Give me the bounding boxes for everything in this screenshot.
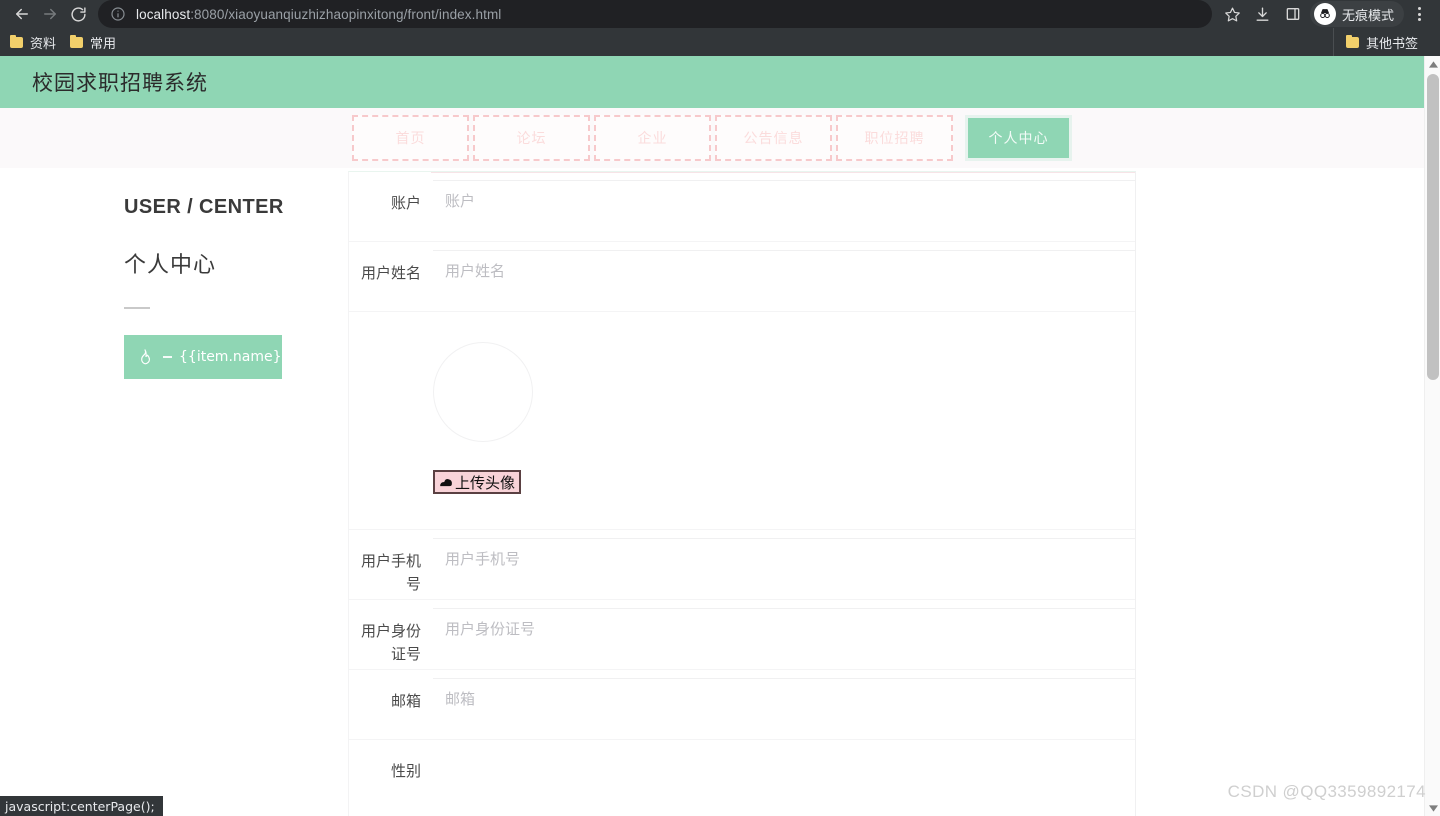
side-panel-icon[interactable] — [1278, 0, 1308, 28]
nav-label: 个人中心 — [988, 131, 1049, 147]
form-label-user-name: 用户姓名 — [360, 264, 421, 282]
folder-icon — [70, 34, 84, 48]
nav-label: 职位招聘 — [864, 131, 925, 147]
user-info-form: 账户 用户姓名 — [348, 171, 1136, 816]
sidebar-item-dash — [163, 356, 172, 358]
sidebar-title-cn: 个人中心 — [124, 253, 217, 278]
nav-label: 公告信息 — [743, 131, 804, 147]
bookmark-star-icon[interactable] — [1218, 0, 1248, 28]
upload-cloud-icon — [439, 475, 453, 489]
other-bookmarks-button[interactable]: 其他书签 — [1332, 28, 1418, 56]
gender-field[interactable] — [433, 740, 1135, 756]
three-dot-menu-icon[interactable] — [1406, 0, 1432, 28]
nav-label: 企业 — [637, 131, 668, 147]
panel-top-accent-line — [431, 172, 1135, 173]
reload-icon[interactable] — [64, 0, 92, 28]
browser-toolbar: localhost:8080/xiaoyuanqiuzhizhaopinxito… — [0, 0, 1440, 28]
bookmark-item-ziliao[interactable]: 资料 — [10, 33, 56, 52]
account-input[interactable] — [433, 180, 1135, 220]
nav-item-forum[interactable]: 论坛 — [473, 115, 590, 161]
bookmark-label: 资料 — [30, 36, 57, 52]
nav-item-company[interactable]: 企业 — [594, 115, 711, 161]
browser-chrome: localhost:8080/xiaoyuanqiuzhizhaopinxito… — [0, 0, 1440, 56]
bookmark-item-changyong[interactable]: 常用 — [70, 33, 116, 52]
form-label-gender: 性别 — [390, 762, 421, 780]
upload-avatar-label: 上传头像 — [455, 473, 516, 492]
page-content: USER / CENTER 个人中心 {{item.name}} 账户 账户 用… — [0, 168, 1424, 816]
user-name-input[interactable] — [433, 250, 1135, 290]
folder-icon — [10, 34, 23, 48]
flame-icon — [134, 346, 156, 368]
back-arrow-icon[interactable] — [8, 0, 36, 28]
nav-label: 论坛 — [516, 131, 547, 147]
form-label-user-idcard: 用户身份证号 — [360, 622, 421, 663]
site-title: 校园求职招聘系统 — [32, 71, 208, 95]
other-bookmarks-label: 其他书签 — [1365, 36, 1418, 52]
form-row-account: 账户 — [349, 172, 1135, 242]
downloads-icon[interactable] — [1248, 0, 1278, 28]
form-label-avatar — [349, 312, 433, 529]
incognito-mode-indicator[interactable]: 无痕模式 — [1309, 1, 1404, 27]
upload-avatar-button[interactable]: 上传头像 — [433, 470, 522, 494]
sidebar: USER / CENTER 个人中心 {{item.name}} — [124, 196, 334, 379]
address-bar-url: localhost:8080/xiaoyuanqiuzhizhaopinxito… — [136, 7, 501, 22]
url-path: :8080/xiaoyuanqiuzhizhaopinxitong/front/… — [190, 6, 502, 22]
incognito-label: 无痕模式 — [1341, 8, 1394, 24]
form-label-user-phone: 用户手机号 — [360, 552, 421, 593]
nav-item-announcements[interactable]: 公告信息 — [715, 115, 832, 161]
nav-item-jobs[interactable]: 职位招聘 — [836, 115, 953, 161]
forward-arrow-icon[interactable] — [36, 0, 64, 28]
folder-icon — [1345, 34, 1359, 48]
email-input[interactable] — [433, 678, 1135, 718]
sidebar-divider — [124, 307, 150, 309]
watermark: CSDN @QQ3359892174 — [1227, 782, 1426, 801]
sidebar-menu: {{item.name}} — [124, 335, 334, 379]
address-bar[interactable]: localhost:8080/xiaoyuanqiuzhizhaopinxito… — [98, 0, 1212, 28]
site-header: 校园求职招聘系统 — [0, 56, 1424, 108]
form-row-user-phone: 用户手机号 — [349, 530, 1135, 600]
user-phone-input[interactable] — [433, 538, 1135, 578]
sidebar-title-en: USER / CENTER — [124, 196, 284, 218]
form-label-email: 邮箱 — [390, 692, 421, 710]
scroll-up-arrow-icon[interactable] — [1425, 56, 1440, 72]
form-row-avatar: 上传头像 — [349, 312, 1135, 530]
site-info-icon[interactable] — [110, 6, 126, 22]
nav-item-home[interactable]: 首页 — [352, 115, 469, 161]
sidebar-item-template[interactable]: {{item.name}} — [124, 335, 290, 379]
form-label-account: 账户 — [390, 194, 421, 212]
page-viewport: 校园求职招聘系统 首页 论坛 企业 公告信息 职位招聘 个人中心 USER / … — [0, 56, 1440, 816]
main-navigation: 首页 论坛 企业 公告信息 职位招聘 个人中心 — [0, 108, 1424, 168]
bookmarks-bar: 资料 常用 其他书签 — [0, 28, 1440, 56]
sidebar-item-label: {{item.name}} — [179, 349, 291, 365]
form-row-email: 邮箱 — [349, 670, 1135, 740]
form-row-user-name: 用户姓名 — [349, 242, 1135, 312]
status-bubble: javascript:centerPage(); — [0, 796, 163, 816]
incognito-hat-icon — [1313, 3, 1336, 25]
avatar-placeholder-icon — [433, 342, 533, 442]
scroll-down-arrow-icon[interactable] — [1425, 800, 1440, 816]
form-row-user-idcard: 用户身份证号 — [349, 600, 1135, 670]
form-row-gender: 性别 — [349, 740, 1135, 816]
vertical-scrollbar[interactable] — [1424, 56, 1440, 816]
nav-label: 首页 — [395, 131, 426, 147]
vertical-scrollbar-thumb[interactable] — [1427, 74, 1439, 380]
nav-item-user-center[interactable]: 个人中心 — [965, 115, 1072, 161]
url-host: localhost — [136, 6, 191, 22]
user-idcard-input[interactable] — [433, 608, 1135, 648]
bookmark-label: 常用 — [90, 36, 117, 52]
